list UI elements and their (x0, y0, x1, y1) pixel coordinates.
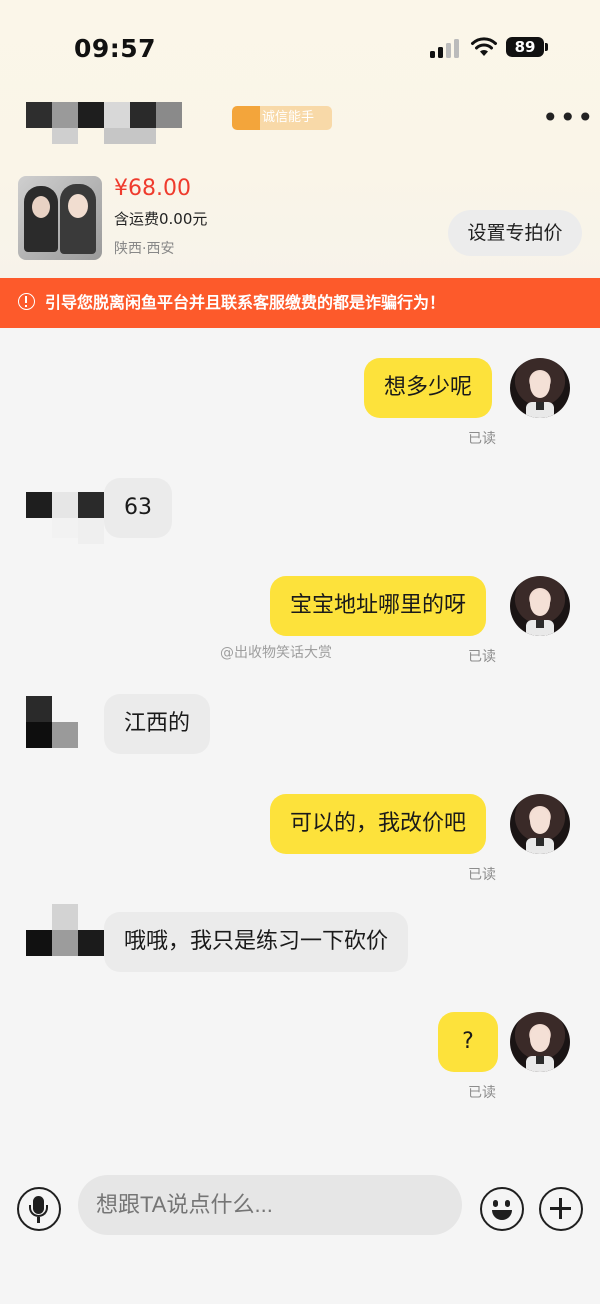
message-list: 想多少呢 已读 63 宝宝地址哪里的呀 已读 @出收物笑话大赏 江西的 可以的，… (0, 328, 600, 1170)
seller-tag: 诚信能手 (232, 106, 332, 130)
status-time: 09:57 (74, 34, 157, 63)
chat-screen: 09:57 89 诚信能手 ••• ¥68.00 含运费0.00元 陕西·西安 … (0, 0, 600, 1304)
warning-text: 引导您脱离闲鱼平台并且联系客服缴费的都是诈骗行为！ (45, 293, 446, 312)
my-avatar[interactable] (510, 794, 570, 854)
my-avatar[interactable] (510, 576, 570, 636)
my-avatar[interactable] (510, 358, 570, 418)
product-card[interactable]: ¥68.00 含运费0.00元 陕西·西安 设置专拍价 (18, 176, 582, 262)
set-special-price-button[interactable]: 设置专拍价 (448, 210, 582, 256)
censored-avatar (26, 696, 80, 750)
battery-icon: 89 (506, 37, 544, 57)
read-status: 已读 (468, 649, 496, 665)
status-bar: 09:57 89 (0, 0, 600, 90)
fraud-warning-banner: 引导您脱离闲鱼平台并且联系客服缴费的都是诈骗行为！ (0, 278, 600, 328)
product-location: 陕西·西安 (114, 241, 175, 257)
exclamation-circle-icon (18, 293, 35, 310)
product-shipping: 含运费0.00元 (114, 210, 208, 228)
censored-username (26, 102, 186, 144)
read-status: 已读 (468, 1085, 496, 1101)
read-status: 已读 (468, 431, 496, 447)
my-message-bubble[interactable]: ? (438, 1012, 498, 1072)
my-message-bubble[interactable]: 想多少呢 (364, 358, 493, 418)
other-message-bubble[interactable]: 63 (104, 478, 172, 538)
microphone-icon[interactable] (17, 1187, 61, 1231)
signal-icon (430, 38, 460, 58)
other-message-bubble[interactable]: 哦哦，我只是练习一下砍价 (104, 912, 409, 972)
censored-avatar (26, 464, 106, 544)
nav-bar: 诚信能手 ••• (0, 90, 600, 150)
product-price: ¥68.00 (114, 176, 191, 201)
my-avatar[interactable] (510, 1012, 570, 1072)
plus-icon[interactable] (539, 1187, 583, 1231)
read-status: 已读 (468, 867, 496, 883)
other-message-bubble[interactable]: 江西的 (104, 694, 211, 754)
battery-tip (545, 43, 548, 51)
product-thumbnail[interactable] (18, 176, 102, 260)
wifi-icon (471, 37, 497, 56)
my-message-bubble[interactable]: 宝宝地址哪里的呀 (270, 576, 487, 636)
message-input[interactable] (78, 1175, 462, 1235)
input-bar (0, 1170, 600, 1304)
censored-avatar (26, 904, 106, 958)
my-message-bubble[interactable]: 可以的，我改价吧 (270, 794, 487, 854)
emoji-icon[interactable] (480, 1187, 524, 1231)
more-icon[interactable]: ••• (542, 104, 594, 136)
watermark: @出收物笑话大赏 (220, 645, 332, 661)
